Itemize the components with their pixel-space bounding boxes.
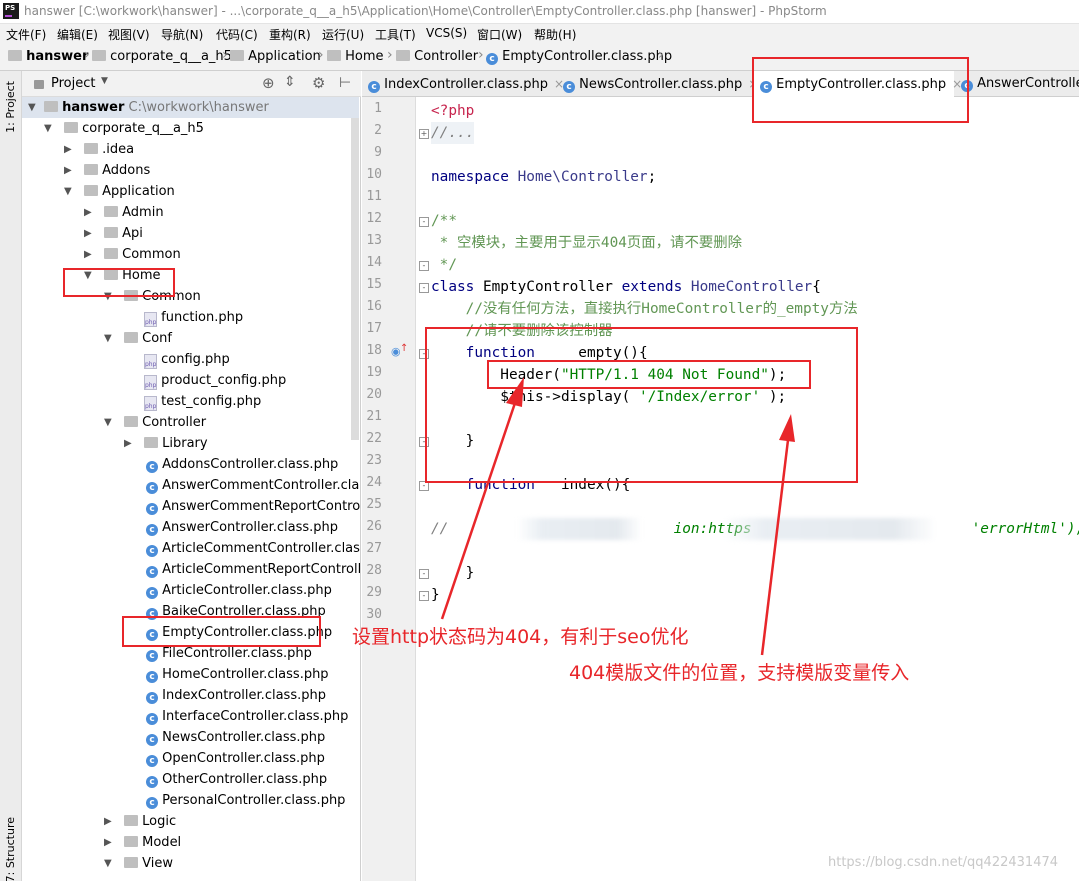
arrow-head <box>779 414 795 442</box>
annotation-http-status: 设置http状态码为404，有利于seo优化 <box>352 626 689 648</box>
arrow-line <box>760 439 790 656</box>
annotation-arrows <box>440 377 795 656</box>
arrow-line <box>440 402 517 620</box>
watermark: https://blog.csdn.net/qq422431474 <box>828 855 1059 870</box>
annotation-template-path: 404模版文件的位置，支持模版变量传入 <box>569 662 910 684</box>
arrow-head <box>506 377 524 407</box>
